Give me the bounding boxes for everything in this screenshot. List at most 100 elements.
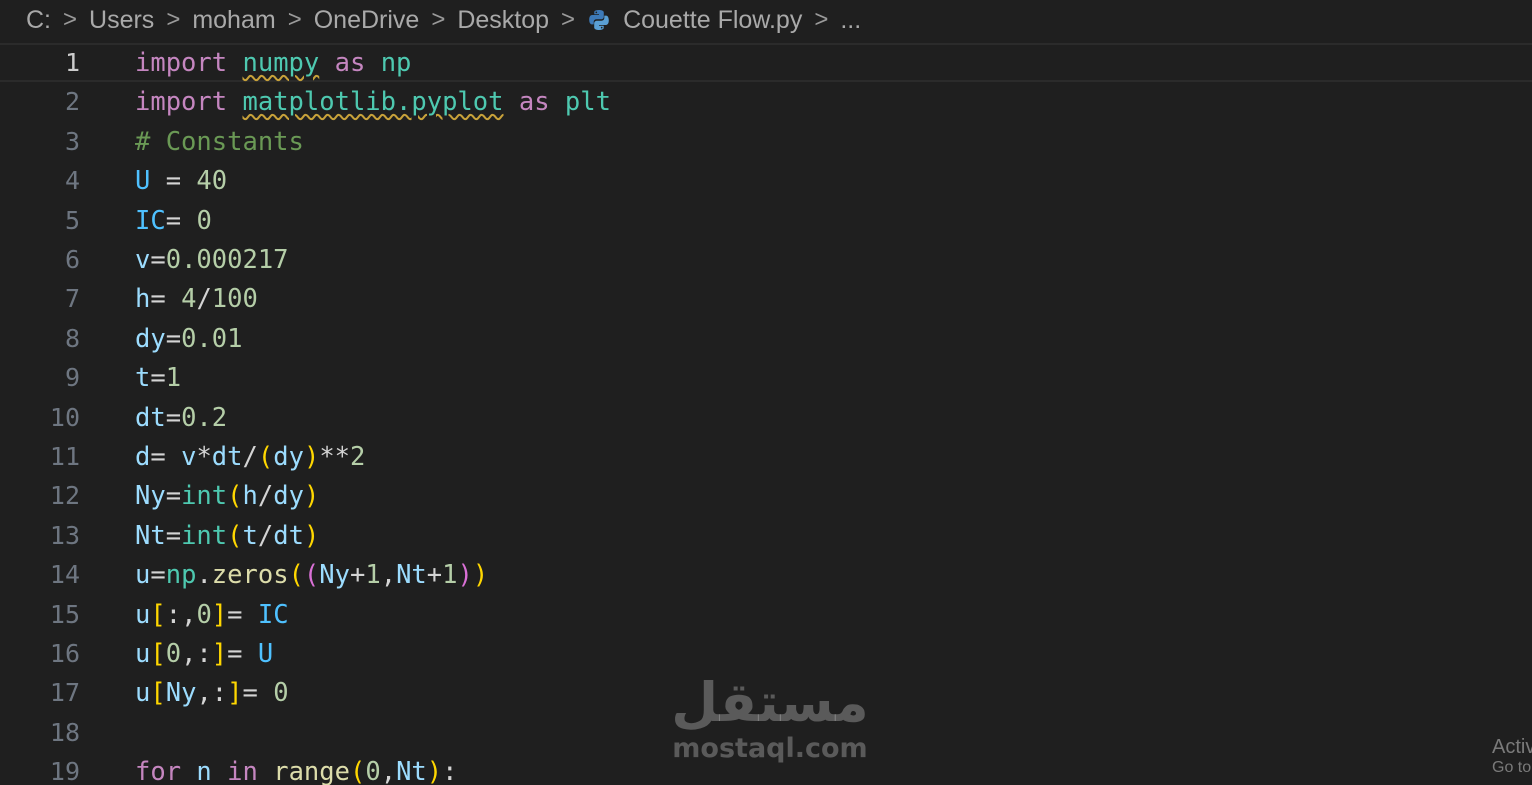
code-text: # Constants [135,127,304,157]
code-token: 0 [196,599,212,630]
code-token: u [135,638,151,669]
code-token: as [334,47,366,78]
activate-windows-subtitle: Go to Settings to activate Windows. [1492,759,1532,776]
code-token: IC [135,205,166,236]
code-token: np [165,559,197,590]
code-line[interactable]: 7 h= 4/100 [0,279,1532,318]
code-line[interactable]: 14 u=np.zeros((Ny+1,Nt+1)) [0,555,1532,594]
code-text: Nt=int(t/dt) [135,521,319,551]
code-line[interactable]: 13 Nt=int(t/dt) [0,516,1532,555]
code-text: h= 4/100 [135,284,258,314]
line-number: 17 [49,678,80,707]
code-token: as [518,86,550,117]
code-token: Nt [396,756,427,785]
code-token: = [150,559,166,590]
code-token: v [181,441,197,472]
breadcrumb-item[interactable]: OneDrive [314,6,420,35]
code-token: ) [426,756,443,785]
code-token: ) [303,480,320,511]
breadcrumb-separator: > [561,6,576,33]
code-token: = [150,441,182,472]
code-line[interactable]: 16 u[0,:]= U [0,634,1532,673]
breadcrumb-separator: > [814,6,829,33]
code-line[interactable]: 12 Ny=int(h/dy) [0,476,1532,515]
breadcrumb-separator: > [166,6,181,33]
code-line[interactable]: 10 dt=0.2 [0,398,1532,437]
code-token: ( [349,756,366,785]
code-token: ] [211,638,228,669]
code-token: dt [135,402,166,433]
code-token: 0 [365,756,381,785]
code-line[interactable]: 11 d= v*dt/(dy)**2 [0,437,1532,476]
line-number: 15 [49,600,80,629]
code-token: dt [211,441,243,472]
breadcrumb-item[interactable]: C: [26,6,51,35]
line-number: 4 [64,166,80,195]
breadcrumb-separator: > [287,6,302,33]
code-token: 0.000217 [165,244,289,275]
code-token: 100 [211,283,258,314]
code-token: 0 [196,205,212,236]
line-number: 1 [64,48,80,77]
code-text: v=0.000217 [135,245,289,275]
code-token: v [135,244,151,275]
code-text: Ny=int(h/dy) [135,481,319,511]
code-token: : [442,756,458,785]
code-token: 1 [365,559,381,590]
code-token: Ny [319,559,350,590]
code-token: ** [319,441,351,472]
line-number: 9 [64,363,80,392]
code-token: ] [211,599,228,630]
code-token: dy [135,323,166,354]
code-token: Nt [135,520,166,551]
code-token: = [227,599,258,630]
activate-windows-notice: Activate Windows Go to Settings to activ… [1492,736,1532,785]
code-line[interactable]: 3 # Constants [0,122,1532,161]
breadcrumb-separator: > [431,6,446,33]
code-token: d [135,441,151,472]
code-token: [ [150,677,166,708]
line-number: 3 [64,127,80,156]
line-number: 7 [64,284,80,313]
code-line[interactable]: 4 U = 40 [0,161,1532,200]
code-line[interactable]: 9 t=1 [0,358,1532,397]
code-line[interactable]: 8 dy=0.01 [0,319,1532,358]
code-line[interactable]: 15 u[:,0]= IC [0,595,1532,634]
breadcrumb-item[interactable]: moham [192,6,275,35]
code-token: / [257,480,274,511]
code-line[interactable]: 2 import matplotlib.pyplot as plt [0,82,1532,121]
code-token: numpy [242,47,320,78]
code-token: for [135,756,182,785]
code-token: ) [457,559,473,590]
code-line[interactable]: 5 IC= 0 [0,201,1532,240]
code-token: 1 [165,362,182,393]
code-token: 40 [196,165,228,196]
code-token: 2 [350,441,366,472]
code-token: = [150,283,182,314]
code-token: = [150,362,166,393]
code-token: ( [227,480,243,511]
code-token: = [150,244,166,275]
line-number: 5 [64,206,80,235]
line-number: 11 [49,442,80,471]
code-token: + [426,559,443,590]
code-token: int [181,480,228,511]
breadcrumb-item[interactable]: ... [840,6,861,35]
code-token: ,: [196,677,228,708]
breadcrumb-item[interactable]: Users [89,6,154,35]
code-token: Nt [396,559,427,590]
code-token: = [165,520,182,551]
code-text: IC= 0 [135,206,212,236]
code-line[interactable]: 6 v=0.000217 [0,240,1532,279]
code-line[interactable]: 1 import numpy as np [0,43,1532,82]
code-token: u [135,599,151,630]
code-token: ) [472,559,489,590]
code-token: plt [564,86,611,117]
breadcrumb-item[interactable]: Couette Flow.py [623,6,802,35]
breadcrumb-item[interactable]: Desktop [457,6,549,35]
code-token: = [227,638,258,669]
code-token: :, [165,599,197,630]
code-token: dy [273,441,304,472]
code-text: dt=0.2 [135,403,227,433]
